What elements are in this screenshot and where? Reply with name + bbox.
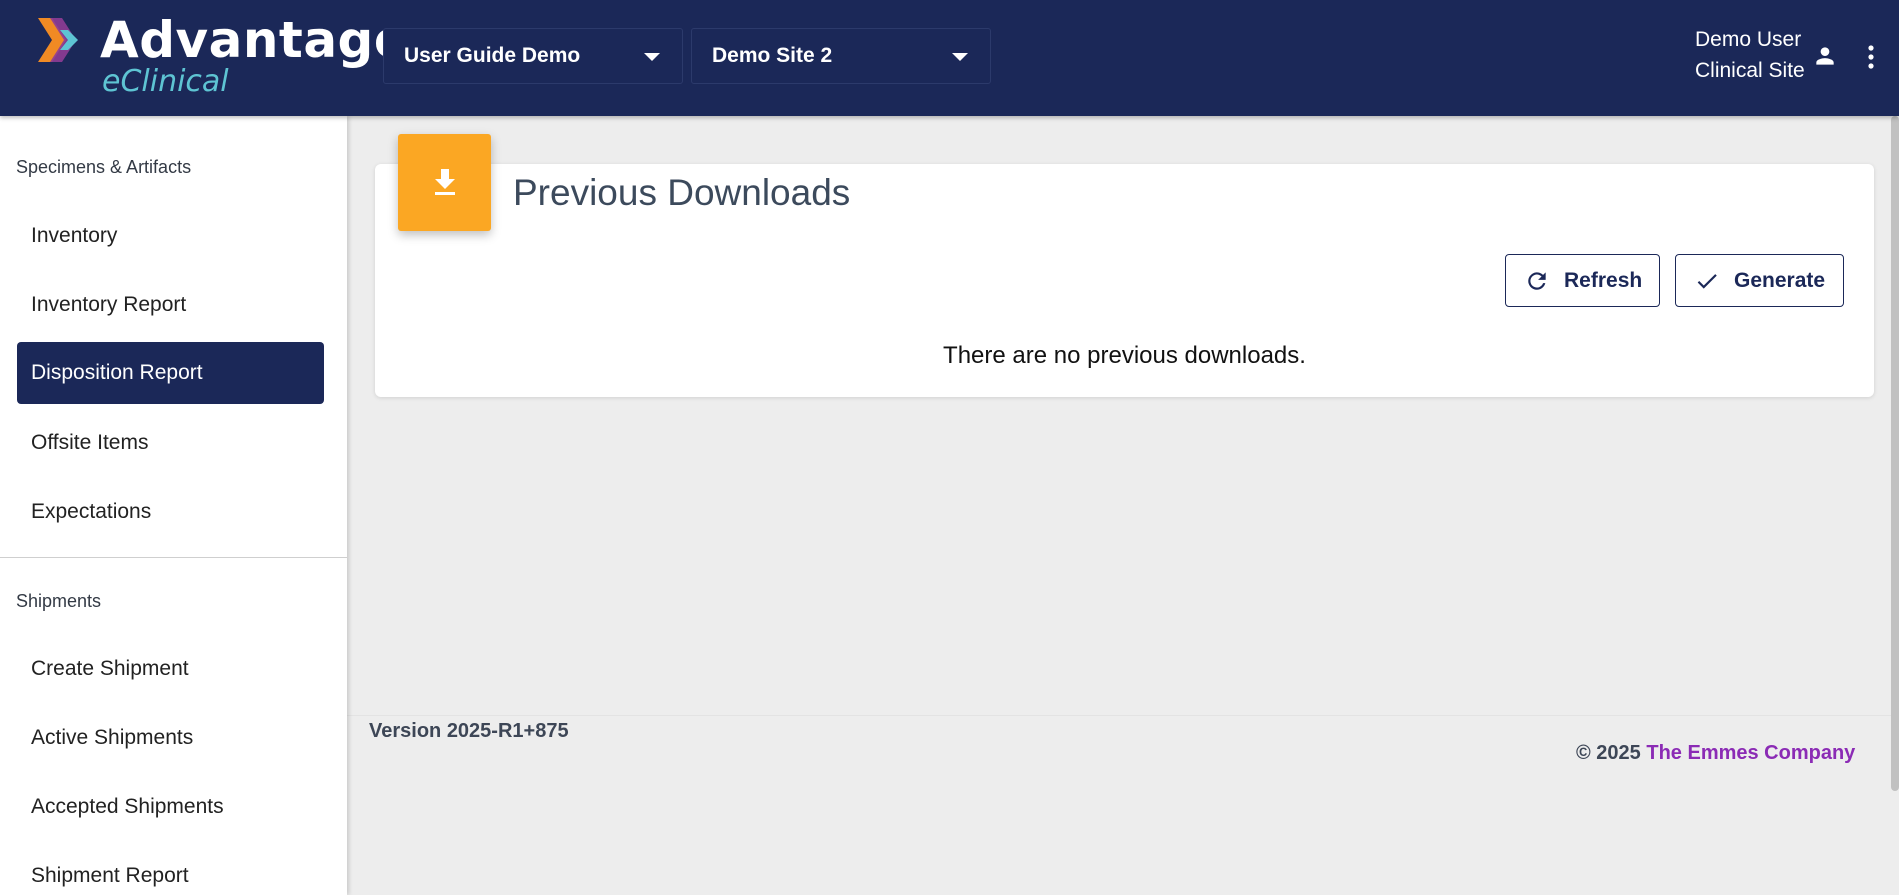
sidebar-item-label: Shipment Report [31, 864, 189, 887]
study-selector[interactable]: User Guide Demo [383, 28, 683, 84]
sidebar-item-inventory[interactable]: Inventory [17, 205, 324, 267]
sidebar-item-label: Inventory [31, 224, 118, 247]
sidebar-divider [0, 557, 347, 558]
download-icon [434, 168, 455, 195]
check-icon [1697, 274, 1717, 289]
sidebar-item-label: Accepted Shipments [31, 795, 224, 818]
logo-subtitle: eClinical [102, 64, 229, 99]
caret-down-icon [644, 53, 660, 61]
sidebar-item-shipment-report[interactable]: Shipment Report [17, 845, 324, 895]
empty-state-message: There are no previous downloads. [943, 342, 1306, 369]
logo-wordmark: Advantage [100, 11, 409, 69]
top-app-bar: Advantage eClinical User Guide Demo Demo… [0, 0, 1899, 116]
sidebar-item-label: Offsite Items [31, 431, 149, 454]
study-selector-value: User Guide Demo [404, 44, 581, 67]
sidebar-item-expectations[interactable]: Expectations [17, 481, 324, 543]
sidebar-item-disposition-report[interactable]: Disposition Report [17, 342, 324, 404]
generate-button[interactable]: Generate [1675, 254, 1844, 307]
sidebar-section-shipments: Shipments [16, 591, 102, 611]
logo-chevron-icon [38, 18, 78, 62]
page-scrollbar[interactable] [1891, 116, 1899, 791]
download-icon-tile [398, 134, 491, 231]
sidebar-nav: Specimens & Artifacts Inventory Inventor… [0, 116, 347, 895]
version-text: Version 2025-R1+875 [369, 720, 569, 742]
user-role: Clinical Site [1695, 59, 1805, 82]
more-vert-icon[interactable] [1866, 44, 1876, 70]
sidebar-item-offsite-items[interactable]: Offsite Items [17, 412, 324, 474]
sidebar-section-specimens: Specimens & Artifacts [16, 157, 192, 177]
person-icon[interactable] [1812, 43, 1838, 69]
user-info: Demo User Clinical Site [1695, 24, 1805, 86]
sidebar-item-label: Expectations [31, 500, 152, 523]
footer-divider [347, 715, 1891, 716]
sidebar-item-active-shipments[interactable]: Active Shipments [17, 707, 324, 769]
refresh-icon [1528, 272, 1546, 290]
sidebar-item-label: Active Shipments [31, 726, 194, 749]
sidebar-item-label: Create Shipment [31, 657, 189, 680]
site-selector[interactable]: Demo Site 2 [691, 28, 991, 84]
refresh-button[interactable]: Refresh [1505, 254, 1660, 307]
advantage-eclinical-logo[interactable]: Advantage eClinical [36, 11, 408, 104]
generate-button-label: Generate [1734, 269, 1826, 292]
page-title: Previous Downloads [513, 172, 851, 213]
refresh-button-label: Refresh [1564, 269, 1643, 292]
copyright: © 2025 The Emmes Company [1576, 742, 1855, 765]
user-name: Demo User [1695, 28, 1802, 51]
caret-down-icon [952, 53, 968, 61]
sidebar-item-label: Inventory Report [31, 293, 187, 316]
sidebar-item-label: Disposition Report [31, 361, 203, 384]
sidebar-item-accepted-shipments[interactable]: Accepted Shipments [17, 776, 324, 838]
site-selector-value: Demo Site 2 [712, 44, 833, 67]
sidebar-item-inventory-report[interactable]: Inventory Report [17, 274, 324, 336]
company-link[interactable]: The Emmes Company [1646, 742, 1855, 764]
sidebar-item-create-shipment[interactable]: Create Shipment [17, 638, 324, 700]
copyright-year: © 2025 [1576, 742, 1641, 764]
